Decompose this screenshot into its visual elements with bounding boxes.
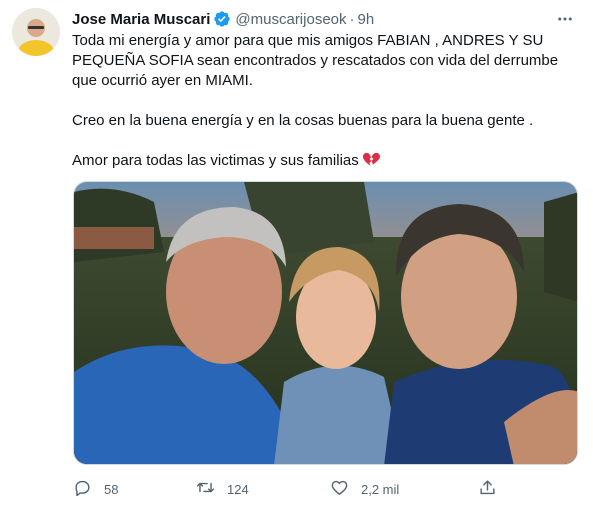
avatar[interactable] <box>12 8 60 56</box>
retweet-icon <box>196 478 215 500</box>
heart-icon <box>330 478 349 500</box>
like-button[interactable]: 2,2 mil <box>330 478 399 500</box>
like-count: 2,2 mil <box>361 481 400 497</box>
tweet-header: Jose Maria Muscari @muscarijoseok · 9h <box>72 9 581 29</box>
tweet-actions: 58 124 2,2 mil <box>60 478 510 500</box>
tweet-paragraph: Amor para todas las victimas y sus famil… <box>72 151 582 174</box>
share-icon <box>478 478 497 500</box>
tweet-photo[interactable] <box>73 181 578 465</box>
retweet-count: 124 <box>227 481 249 497</box>
broken-heart-icon <box>362 151 380 174</box>
separator-dot: · <box>349 10 355 28</box>
tweet-paragraph: Toda mi energía y amor para que mis amig… <box>72 32 559 89</box>
share-button[interactable] <box>478 478 497 500</box>
verified-badge-icon <box>213 10 231 28</box>
reply-icon <box>73 478 92 500</box>
retweet-button[interactable]: 124 <box>196 478 249 500</box>
tweet-text: Toda mi energía y amor para que mis amig… <box>72 31 582 174</box>
user-handle[interactable]: @muscarijoseok <box>235 11 346 28</box>
reply-button[interactable]: 58 <box>73 478 118 500</box>
tweet-paragraph-text: Amor para todas las victimas y sus famil… <box>72 152 359 169</box>
more-options-icon[interactable] <box>553 9 577 29</box>
tweet-card[interactable]: Jose Maria Muscari @muscarijoseok · 9h T… <box>0 0 593 508</box>
tweet-time[interactable]: 9h <box>358 11 375 28</box>
reply-count: 58 <box>104 481 119 497</box>
display-name[interactable]: Jose Maria Muscari <box>72 11 210 28</box>
tweet-paragraph: Creo en la buena energía y en la cosas b… <box>72 112 534 129</box>
